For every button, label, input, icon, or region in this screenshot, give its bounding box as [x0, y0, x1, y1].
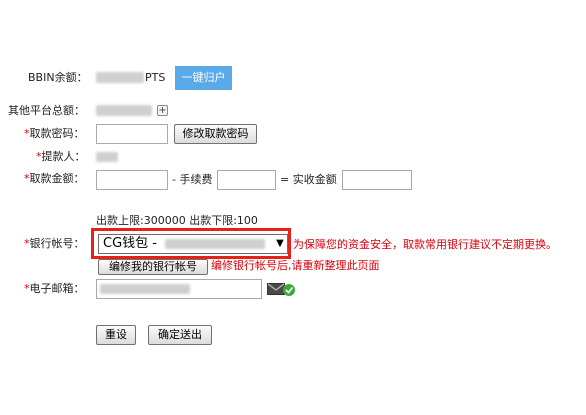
email-value-redacted — [100, 284, 190, 294]
withdraw-amount-input[interactable] — [96, 170, 168, 190]
bank-account-label: *银行帐号： — [24, 237, 85, 251]
payee-label-text: 提款人： — [41, 150, 86, 163]
withdraw-amount-label-text: 取款金额： — [29, 172, 85, 185]
bbin-balance-label: BBIN余额： — [28, 71, 88, 84]
edit-bank-account-button[interactable]: 编修我的银行帐号 — [98, 259, 208, 275]
withdraw-password-label-text: 取款密码： — [29, 127, 85, 140]
bank-security-note: 为保障您的资金安全，取款常用银行建议不定期更换。 — [293, 238, 557, 251]
withdraw-amount-label: *取款金额： — [24, 172, 85, 186]
withdraw-password-label: *取款密码： — [24, 127, 85, 141]
email-input[interactable] — [96, 279, 262, 299]
fee-input[interactable] — [217, 170, 276, 190]
payee-label: *提款人： — [36, 150, 86, 164]
other-platform-total-label: 其他平台总额： — [8, 104, 85, 117]
bank-account-label-text: 银行帐号： — [29, 237, 85, 250]
submit-button[interactable]: 确定送出 — [148, 325, 212, 345]
payee-name-redacted — [96, 152, 118, 162]
withdraw-password-input[interactable] — [96, 124, 168, 144]
edit-bank-account-note: 编修银行帐号后,请重新整理此页面 — [211, 259, 380, 272]
expand-plus-icon[interactable]: + — [157, 105, 168, 116]
actual-amount-label: = 实收金额 — [280, 173, 337, 186]
bank-account-number-redacted — [165, 238, 266, 249]
change-withdraw-password-button[interactable]: 修改取款密码 — [174, 124, 257, 144]
bbin-balance-unit: PTS — [145, 71, 166, 84]
one-click-transfer-button[interactable]: 一键归户 — [175, 66, 232, 90]
chevron-down-icon[interactable]: ▼ — [273, 235, 287, 253]
bbin-balance-value-redacted — [96, 72, 144, 83]
fee-label: - 手续费 — [172, 173, 213, 186]
email-label-text: 电子邮箱： — [29, 282, 85, 295]
actual-amount-input[interactable] — [342, 170, 412, 190]
withdraw-limits-text: 出款上限:300000 出款下限:100 — [96, 214, 258, 227]
email-label: *电子邮箱： — [24, 282, 85, 296]
other-platform-total-value-redacted — [96, 105, 152, 116]
bank-account-selected-prefix: CG钱包 - — [103, 236, 157, 251]
bank-account-select[interactable]: CG钱包 - ▼ — [98, 234, 288, 254]
email-verified-icon — [267, 283, 295, 296]
reset-button[interactable]: 重设 — [96, 325, 136, 345]
